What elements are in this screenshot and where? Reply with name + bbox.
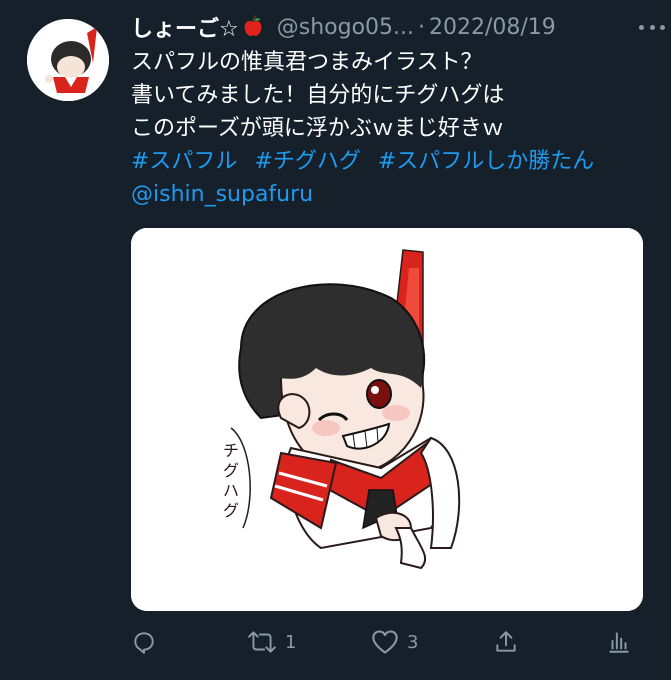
- separator: ·: [418, 14, 425, 40]
- share-icon: [493, 629, 519, 655]
- share-button[interactable]: [493, 622, 519, 662]
- chibi-illustration: チ グ ハ グ: [131, 228, 643, 611]
- like-count: 3: [407, 631, 419, 653]
- tweet-header: しょーご☆ @shogo05... · 2022/08/19: [131, 10, 641, 44]
- retweet-count: 1: [285, 631, 297, 653]
- tweet-action-bar: 1 3: [131, 622, 636, 662]
- analytics-icon: [606, 629, 632, 655]
- tweet-image[interactable]: チ グ ハ グ: [131, 228, 643, 611]
- retweet-button[interactable]: 1: [247, 622, 296, 662]
- caption-char: ハ: [223, 481, 239, 500]
- user-handle[interactable]: @shogo05...: [277, 15, 414, 40]
- hashtag-list: #スパフル #チグハグ #スパフルしか勝たん: [131, 145, 651, 178]
- tweet-text: スパフルの惟真君つまみイラスト？ 書いてみました！自分的にチグハグは このポーズ…: [131, 46, 651, 211]
- tweet-text-line: 書いてみました！自分的にチグハグは: [131, 83, 505, 108]
- tweet-text-line: スパフルの惟真君つまみイラスト？: [131, 50, 483, 75]
- apple-icon: [241, 15, 265, 39]
- analytics-button[interactable]: [606, 622, 632, 662]
- reply-icon: [131, 629, 157, 655]
- tweet-date[interactable]: 2022/08/19: [429, 15, 556, 40]
- caption-char: グ: [223, 501, 239, 520]
- caption-char: グ: [223, 461, 239, 480]
- hashtag-link[interactable]: #スパフル: [131, 149, 237, 174]
- caption-char: チ: [223, 441, 239, 460]
- display-name[interactable]: しょーご☆: [131, 11, 239, 43]
- avatar-illustration: [27, 19, 109, 101]
- hashtag-link[interactable]: #スパフルしか勝たん: [378, 149, 594, 174]
- avatar[interactable]: [27, 19, 109, 101]
- hashtag-link[interactable]: #チグハグ: [254, 149, 360, 174]
- more-options-icon[interactable]: [639, 14, 665, 40]
- like-button[interactable]: 3: [371, 622, 418, 662]
- retweet-icon: [247, 629, 277, 655]
- illustration-caption: チ グ ハ グ: [223, 441, 239, 520]
- tweet-text-line: このポーズが頭に浮かぶｗまじ好きｗ: [131, 116, 504, 141]
- mention-link[interactable]: @ishin_supafuru: [131, 178, 651, 211]
- heart-icon: [371, 629, 399, 655]
- reply-button[interactable]: [131, 622, 157, 662]
